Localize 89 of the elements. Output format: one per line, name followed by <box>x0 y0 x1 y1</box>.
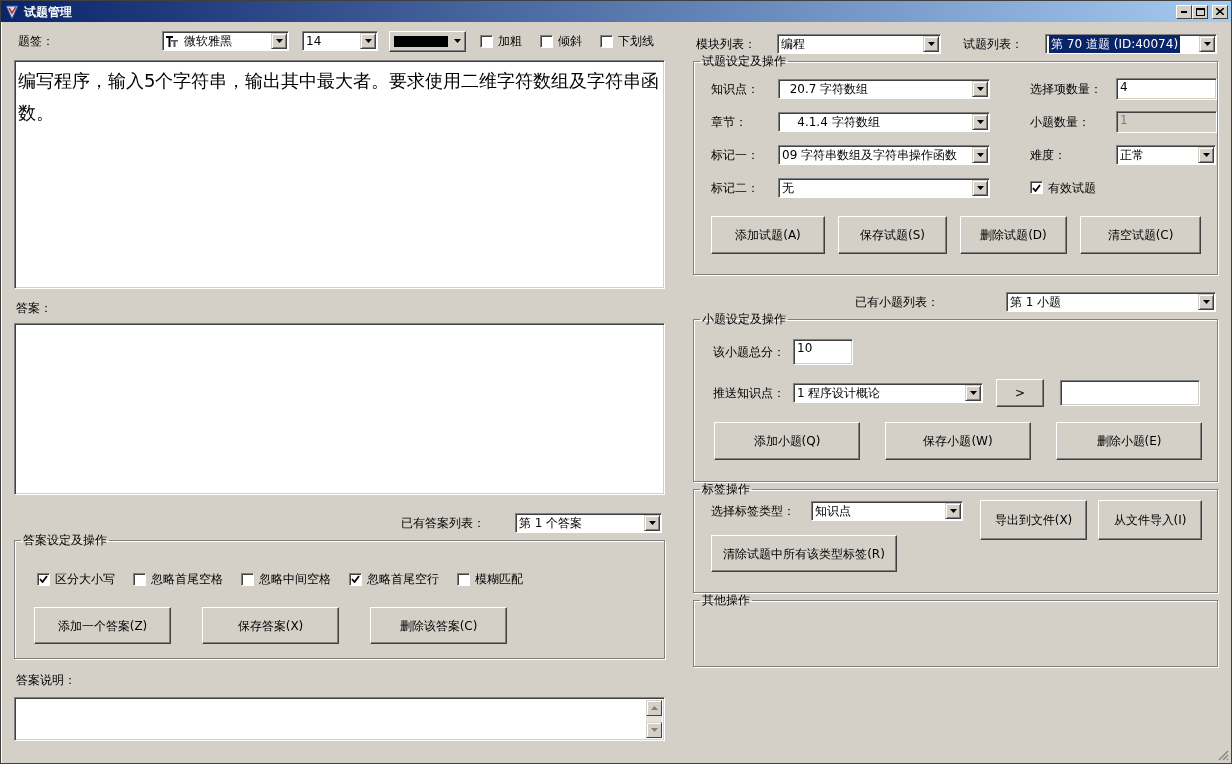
field-label: 题签： <box>17 33 54 50</box>
checkbox-label: 忽略首尾空行 <box>367 571 439 588</box>
question-action-button[interactable]: 删除试题(D) <box>960 216 1067 254</box>
checkbox[interactable] <box>133 572 146 586</box>
field-label: 章节： <box>711 113 748 131</box>
checkbox-label: 有效试题 <box>1048 179 1096 197</box>
checkbox[interactable] <box>1030 181 1043 194</box>
question-action-button[interactable]: 清空试题(C) <box>1080 216 1201 254</box>
field-dropdown[interactable]: 09 字符串数组及字符串操作函数 <box>778 144 990 165</box>
field-label: 标记一： <box>711 146 760 164</box>
question-action-button[interactable]: 添加试题(A) <box>711 216 825 254</box>
resize-grip-icon <box>1218 750 1229 761</box>
subquestion-dropdown[interactable]: 第 1 小题 <box>1006 292 1216 312</box>
group-title: 其他操作 <box>701 593 751 607</box>
checkbox[interactable] <box>241 572 254 586</box>
difficulty-dropdown[interactable]: 正常 <box>1116 144 1216 165</box>
field-label: 已有小题列表： <box>855 294 940 311</box>
answer-list-dropdown[interactable]: 第 1 个答案 <box>515 513 662 533</box>
field-label: 标记二： <box>711 179 760 197</box>
checkbox-label: 区分大小写 <box>55 571 115 588</box>
font-dropdown[interactable]: 微软雅黑 <box>162 31 289 51</box>
field-label: 知识点： <box>711 80 760 98</box>
scroll-down-button[interactable] <box>646 722 662 738</box>
push-button[interactable]: > <box>996 379 1044 407</box>
checkbox[interactable] <box>457 572 470 586</box>
field-label: 模块列表： <box>695 36 757 53</box>
field-label: 选择标签类型： <box>711 502 796 520</box>
group-title: 小题设定及操作 <box>701 312 787 326</box>
close-button[interactable] <box>1212 4 1228 19</box>
field-label: 推送知识点： <box>713 385 786 402</box>
minimize-button[interactable] <box>1176 4 1192 19</box>
font-size-dropdown[interactable]: 14 <box>302 31 378 51</box>
checkbox-label: 下划线 <box>618 33 654 50</box>
group-title: 答案设定及操作 <box>22 533 108 547</box>
answer-note-field[interactable] <box>14 697 665 741</box>
field-dropdown[interactable]: 无 <box>778 177 990 198</box>
checkbox[interactable] <box>349 572 362 586</box>
tag-action-button[interactable]: 导出到文件(X) <box>980 500 1087 540</box>
app-icon <box>4 3 20 20</box>
field-dropdown[interactable]: 20.7 字符数组 <box>778 78 990 99</box>
checkbox[interactable] <box>37 572 50 586</box>
field-dropdown[interactable]: 4.1.4 字符数组 <box>778 111 990 132</box>
question-list-dropdown[interactable]: 第 70 道题 (ID:40074) <box>1045 34 1217 54</box>
maximize-button[interactable] <box>1192 4 1208 19</box>
window-title: 试题管理 <box>24 3 72 21</box>
answer-action-button[interactable]: 删除该答案(C) <box>370 607 507 644</box>
field-label: 答案说明： <box>15 672 77 689</box>
checkbox-label: 忽略首尾空格 <box>151 571 223 588</box>
input-field[interactable] <box>1060 380 1200 406</box>
checkbox[interactable] <box>540 34 553 48</box>
checkbox-label: 忽略中间空格 <box>259 571 331 588</box>
caret-icon <box>454 39 461 43</box>
group-title: 标签操作 <box>701 482 751 496</box>
checkbox[interactable] <box>600 34 613 48</box>
scrollbar[interactable] <box>646 700 662 738</box>
field-label: 选择项数量： <box>1030 80 1103 98</box>
close-icon <box>1216 8 1224 15</box>
checkbox-label: 倾斜 <box>558 33 582 50</box>
question-action-button[interactable]: 保存试题(S) <box>838 216 947 254</box>
scroll-up-button[interactable] <box>646 700 662 716</box>
up-arrow-icon <box>650 706 658 710</box>
score-field[interactable]: 10 <box>793 339 853 365</box>
tag-action-button[interactable]: 从文件导入(I) <box>1098 500 1202 540</box>
knowledge-point-dropdown[interactable]: 1 程序设计概论 <box>793 383 983 403</box>
field-label: 难度： <box>1030 146 1067 164</box>
field-label: 已有答案列表： <box>401 515 485 532</box>
group-title: 试题设定及操作 <box>701 54 787 68</box>
tag-type-dropdown[interactable]: 知识点 <box>811 500 963 521</box>
field-label: 小题数量： <box>1030 113 1091 131</box>
color-picker[interactable] <box>389 30 466 52</box>
clear-tags-button[interactable]: 清除试题中所有该类型标签(R) <box>711 535 897 572</box>
module-dropdown[interactable]: 编程 <box>777 34 941 54</box>
checkbox[interactable] <box>480 34 493 48</box>
subquestion-action-button[interactable]: 添加小题(Q) <box>714 422 860 460</box>
answer-action-button[interactable]: 添加一个答案(Z) <box>34 607 171 644</box>
checkbox-label: 加粗 <box>498 33 522 50</box>
font-icon <box>166 35 178 47</box>
field-label: 试题列表： <box>963 36 1024 53</box>
down-arrow-icon <box>650 728 658 732</box>
checkbox-label: 模糊匹配 <box>475 571 523 588</box>
subquestion-action-button[interactable]: 保存小题(W) <box>885 422 1031 460</box>
question-text[interactable]: 编写程序，输入5个字符串，输出其中最大者。要求使用二维字符数组及字符串函数。 <box>14 60 665 289</box>
maximize-icon <box>1195 7 1205 16</box>
subquestion-action-button[interactable]: 删除小题(E) <box>1056 422 1202 460</box>
field-label: 答案： <box>15 301 53 315</box>
input-field[interactable]: 4 <box>1116 77 1217 100</box>
answer-action-button[interactable]: 保存答案(X) <box>202 607 339 644</box>
minimize-icon <box>1181 10 1187 13</box>
field-label: 该小题总分： <box>713 344 786 361</box>
